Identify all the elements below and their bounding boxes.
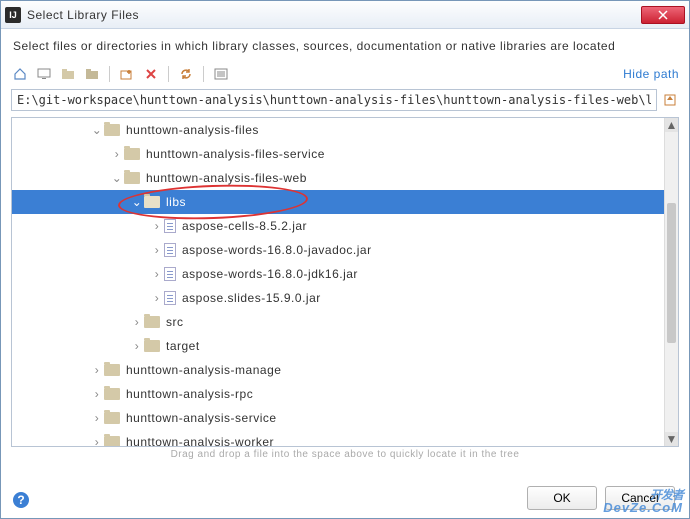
scrollbar[interactable]: ▲ ▼ — [664, 118, 678, 446]
tree-label: hunttown-analysis-files-web — [146, 171, 307, 185]
cancel-button[interactable]: Cancel — [605, 486, 675, 510]
chevron-right-icon[interactable]: › — [132, 339, 142, 353]
tree-row[interactable]: › aspose-words-16.8.0-javadoc.jar — [12, 238, 664, 262]
chevron-down-icon[interactable]: ⌄ — [132, 195, 142, 209]
folder-icon — [144, 196, 160, 208]
close-button[interactable] — [641, 6, 685, 24]
home-icon — [13, 67, 27, 81]
history-icon — [663, 93, 677, 107]
tree-label: hunttown-analysis-rpc — [126, 387, 253, 401]
tree-row[interactable]: › target — [12, 334, 664, 358]
history-button[interactable] — [661, 91, 679, 109]
jar-file-icon — [164, 267, 176, 281]
tree-label: hunttown-analysis-worker — [126, 435, 274, 446]
module-button[interactable] — [83, 65, 101, 83]
chevron-right-icon[interactable]: › — [152, 219, 162, 233]
tree-row[interactable]: ⌄ hunttown-analysis-files-web — [12, 166, 664, 190]
refresh-icon — [179, 67, 193, 81]
tree-label: hunttown-analysis-manage — [126, 363, 281, 377]
tree-label: hunttown-analysis-files — [126, 123, 259, 137]
chevron-right-icon[interactable]: › — [152, 267, 162, 281]
path-row — [1, 89, 689, 117]
jar-file-icon — [164, 291, 176, 305]
chevron-right-icon[interactable]: › — [132, 315, 142, 329]
dialog-buttons: OK Cancel — [527, 486, 675, 510]
jar-file-icon — [164, 243, 176, 257]
folder-icon — [104, 124, 120, 136]
tree-row[interactable]: › hunttown-analysis-service — [12, 406, 664, 430]
module-icon — [85, 68, 99, 80]
tree-row[interactable]: ⌄ hunttown-analysis-files — [12, 118, 664, 142]
folder-icon — [104, 436, 120, 446]
chevron-right-icon[interactable]: › — [152, 291, 162, 305]
new-folder-button[interactable] — [118, 65, 136, 83]
toolbar-separator — [203, 66, 204, 82]
help-button[interactable]: ? — [13, 492, 29, 508]
chevron-right-icon[interactable]: › — [152, 243, 162, 257]
scroll-up-icon[interactable]: ▲ — [665, 118, 678, 132]
window-title: Select Library Files — [27, 8, 641, 22]
scroll-down-icon[interactable]: ▼ — [665, 432, 678, 446]
delete-button[interactable] — [142, 65, 160, 83]
folder-icon — [124, 148, 140, 160]
chevron-right-icon[interactable]: › — [92, 363, 102, 377]
hint-text: Drag and drop a file into the space abov… — [1, 447, 689, 462]
description-text: Select files or directories in which lib… — [1, 29, 689, 61]
folder-icon — [104, 412, 120, 424]
tree-label: aspose.slides-15.9.0.jar — [182, 291, 321, 305]
tree-label: aspose-cells-8.5.2.jar — [182, 219, 307, 233]
tree-row[interactable]: › aspose-words-16.8.0-jdk16.jar — [12, 262, 664, 286]
show-hidden-button[interactable] — [212, 65, 230, 83]
show-hidden-icon — [214, 68, 228, 80]
chevron-right-icon[interactable]: › — [92, 387, 102, 401]
hide-path-link[interactable]: Hide path — [623, 67, 679, 81]
folder-icon — [144, 316, 160, 328]
tree-row[interactable]: › aspose-cells-8.5.2.jar — [12, 214, 664, 238]
chevron-down-icon[interactable]: ⌄ — [112, 171, 122, 185]
tree-row[interactable]: ⌄ libs — [12, 190, 664, 214]
tree-row[interactable]: › hunttown-analysis-files-service — [12, 142, 664, 166]
title-bar: IJ Select Library Files — [1, 1, 689, 29]
chevron-down-icon[interactable]: ⌄ — [92, 123, 102, 137]
chevron-right-icon[interactable]: › — [92, 411, 102, 425]
tree-label: hunttown-analysis-service — [126, 411, 277, 425]
folder-icon — [104, 364, 120, 376]
new-folder-icon — [120, 68, 134, 80]
tree-row[interactable]: › src — [12, 310, 664, 334]
tree-label: target — [166, 339, 200, 353]
ok-button[interactable]: OK — [527, 486, 597, 510]
tree-row[interactable]: › aspose.slides-15.9.0.jar — [12, 286, 664, 310]
scroll-thumb[interactable] — [667, 203, 676, 343]
tree-label: src — [166, 315, 184, 329]
jar-file-icon — [164, 219, 176, 233]
tree-label: hunttown-analysis-files-service — [146, 147, 325, 161]
folder-icon — [144, 340, 160, 352]
tree-label: aspose-words-16.8.0-jdk16.jar — [182, 267, 358, 281]
folder-icon — [104, 388, 120, 400]
desktop-button[interactable] — [35, 65, 53, 83]
file-tree[interactable]: ⌄ hunttown-analysis-files › hunttown-analys… — [12, 118, 664, 446]
home-button[interactable] — [11, 65, 29, 83]
chevron-right-icon[interactable]: › — [112, 147, 122, 161]
project-icon — [61, 68, 75, 80]
app-icon: IJ — [5, 7, 21, 23]
tree-row[interactable]: › hunttown-analysis-rpc — [12, 382, 664, 406]
delete-icon — [145, 68, 157, 80]
tree-row[interactable]: › hunttown-analysis-manage — [12, 358, 664, 382]
path-input[interactable] — [11, 89, 657, 111]
chevron-right-icon[interactable]: › — [92, 435, 102, 446]
project-button[interactable] — [59, 65, 77, 83]
toolbar-separator — [168, 66, 169, 82]
tree-row[interactable]: › hunttown-analysis-worker — [12, 430, 664, 446]
tree-label: libs — [166, 195, 186, 209]
folder-icon — [124, 172, 140, 184]
tree-label: aspose-words-16.8.0-javadoc.jar — [182, 243, 372, 257]
toolbar-separator — [109, 66, 110, 82]
tree-area: ⌄ hunttown-analysis-files › hunttown-analys… — [11, 117, 679, 447]
refresh-button[interactable] — [177, 65, 195, 83]
desktop-icon — [37, 68, 51, 80]
close-icon — [658, 10, 668, 20]
toolbar: Hide path — [1, 61, 689, 89]
